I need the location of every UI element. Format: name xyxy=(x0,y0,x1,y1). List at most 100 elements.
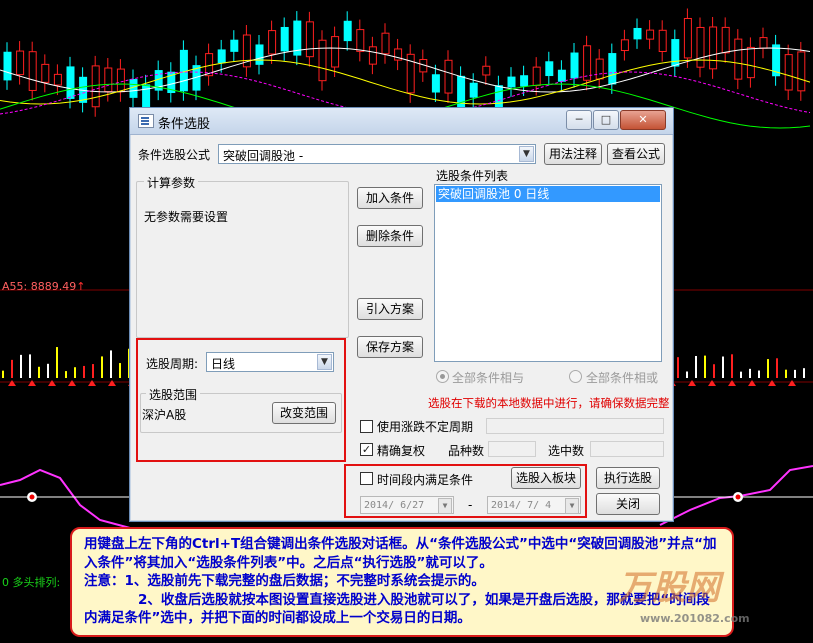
candle-body xyxy=(595,58,604,80)
params-text: 无参数需要设置 xyxy=(144,210,229,224)
candle-body xyxy=(217,49,226,64)
volume-bar xyxy=(758,370,760,378)
candle-body xyxy=(507,76,516,88)
formula-select[interactable]: 突破回调股池 - ▼ xyxy=(218,144,536,164)
candle-body xyxy=(759,37,768,49)
candle-body xyxy=(431,74,440,93)
volume-bar xyxy=(74,367,76,378)
volume-bar xyxy=(11,359,13,378)
candle-body xyxy=(746,46,755,79)
volume-bar xyxy=(740,371,742,378)
volume-bar xyxy=(83,365,85,378)
use-limit-label: 使用涨跌不定周期 xyxy=(377,420,474,434)
condition-list[interactable]: 突破回调股池 0 日线 xyxy=(434,184,662,362)
volume-bar xyxy=(695,355,697,378)
candle-body xyxy=(368,46,377,65)
add-condition-button[interactable]: 加入条件 xyxy=(357,187,423,209)
candle-body xyxy=(41,63,50,83)
volume-bar xyxy=(794,369,796,378)
candle-body xyxy=(482,65,491,76)
candle-body xyxy=(784,54,793,91)
dialog-title: 条件选股 xyxy=(158,117,211,132)
volume-bar xyxy=(101,356,103,378)
maximize-button[interactable]: □ xyxy=(593,110,619,130)
chevron-down-icon[interactable]: ▼ xyxy=(519,146,534,162)
delete-condition-button[interactable]: 删除条件 xyxy=(357,225,423,247)
candle-body xyxy=(532,66,541,86)
condition-list-label: 选股条件列表 xyxy=(436,169,509,183)
candle-body xyxy=(734,38,743,80)
candle-body xyxy=(16,50,25,76)
ma-arrow-icon: ↑ xyxy=(76,280,86,293)
watermark-url: www.201082.com xyxy=(640,612,750,625)
candle-body xyxy=(797,51,806,92)
warning-text: 选股在下载的本地数据中进行，请确保数据完整 xyxy=(428,396,670,410)
minimize-button[interactable]: ─ xyxy=(566,110,592,130)
ma-label: A55: 8889.49↑ xyxy=(2,280,85,293)
candle-body xyxy=(66,66,75,99)
ma-value: A55: 8889.49 xyxy=(2,280,77,293)
highlight-period-range xyxy=(136,338,346,462)
view-formula-button[interactable]: 查看公式 xyxy=(607,143,665,165)
candle-body xyxy=(116,68,125,93)
candle-body xyxy=(53,73,62,86)
candle-body xyxy=(683,17,692,59)
formula-label: 条件选股公式 xyxy=(138,148,211,162)
candle-body xyxy=(356,29,365,52)
candle-body xyxy=(91,65,100,108)
volume-bar xyxy=(803,368,805,378)
volume-bar xyxy=(713,364,715,378)
volume-bar xyxy=(92,364,94,378)
import-plan-button[interactable]: 引入方案 xyxy=(357,298,423,320)
candle-body xyxy=(3,51,12,81)
close-window-button[interactable]: ✕ xyxy=(620,110,666,130)
list-item[interactable]: 突破回调股池 0 日线 xyxy=(436,186,660,202)
volume-bar xyxy=(749,368,751,378)
candle-body xyxy=(305,21,314,58)
execute-button[interactable]: 执行选股 xyxy=(596,467,660,489)
candle-body xyxy=(230,39,239,52)
candle-body xyxy=(28,51,37,91)
app-icon xyxy=(138,114,154,128)
volume-bar xyxy=(47,363,49,378)
volume-bar xyxy=(776,358,778,378)
volume-bar xyxy=(2,370,4,378)
usage-notes-button[interactable]: 用法注释 xyxy=(544,143,602,165)
dialog-titlebar[interactable]: 条件选股 ─ □ ✕ xyxy=(130,108,673,135)
candle-body xyxy=(557,69,566,82)
volume-bar xyxy=(56,347,58,378)
exact-adjust-checkbox[interactable]: ✓ xyxy=(360,443,373,456)
save-plan-button[interactable]: 保存方案 xyxy=(357,336,423,358)
candle-body xyxy=(721,26,730,54)
params-group xyxy=(136,181,349,338)
volume-bar xyxy=(731,354,733,378)
candle-body xyxy=(331,36,340,68)
all-or-label: 全部条件相或 xyxy=(586,371,659,385)
volume-bar xyxy=(20,354,22,378)
volume-bar xyxy=(38,366,40,378)
candle-body xyxy=(104,67,113,93)
count-field xyxy=(488,441,536,457)
use-limit-checkbox[interactable] xyxy=(360,420,373,433)
candle-body xyxy=(633,27,642,40)
selected-count-field xyxy=(590,441,664,457)
volume-bar xyxy=(65,371,67,378)
all-and-radio[interactable] xyxy=(436,370,449,383)
volume-bar xyxy=(722,356,724,378)
params-group-title: 计算参数 xyxy=(144,174,199,191)
volume-bar xyxy=(677,357,679,378)
highlight-time-range xyxy=(344,464,587,518)
candle-body xyxy=(469,82,478,98)
candle-body xyxy=(608,53,617,85)
candle-body xyxy=(444,59,453,94)
candle-body xyxy=(545,61,554,77)
exact-adjust-label: 精确复权 xyxy=(377,444,426,458)
formula-value: 突破回调股池 - xyxy=(223,149,304,163)
close-button[interactable]: 关闭 xyxy=(596,493,660,515)
limit-period-field[interactable] xyxy=(486,418,664,434)
all-or-radio[interactable] xyxy=(569,370,582,383)
condition-selection-dialog: 条件选股 ─ □ ✕ 条件选股公式 突破回调股池 - ▼ 用法注释 查看公式 计… xyxy=(129,107,674,522)
candle-body xyxy=(696,26,705,68)
candle-body xyxy=(620,39,629,52)
all-and-label: 全部条件相与 xyxy=(452,371,525,385)
